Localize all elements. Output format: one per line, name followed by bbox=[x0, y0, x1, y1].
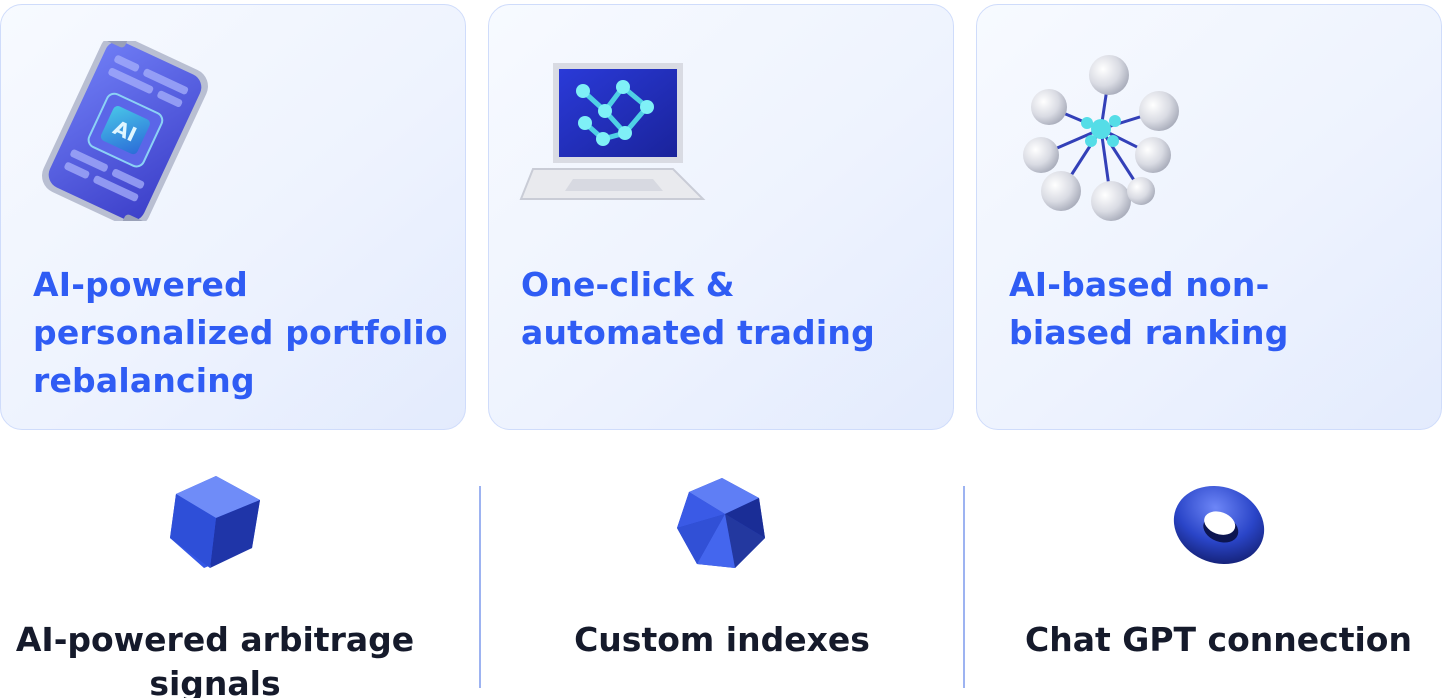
torus-icon bbox=[1173, 485, 1264, 565]
laptop-network-icon bbox=[519, 63, 706, 200]
card-title: AI-powered personalized portfolio rebala… bbox=[33, 265, 448, 400]
card-title: AI-based non-biased ranking bbox=[1009, 265, 1289, 352]
feature-custom-indexes: Custom indexes bbox=[506, 470, 938, 698]
divider bbox=[963, 486, 965, 688]
feature-card-portfolio-rebalancing: AI AI-powered personalized portfolio reb… bbox=[0, 4, 466, 430]
cube-icon bbox=[170, 476, 260, 568]
feature-card-automated-trading: One-click & automated trading bbox=[488, 4, 954, 430]
feature-label: AI-powered arbitrage signals bbox=[15, 620, 415, 698]
divider bbox=[479, 486, 481, 688]
feature-label: Chat GPT connection bbox=[1025, 620, 1412, 659]
features-section: AI AI-powered personalized portfolio reb… bbox=[0, 0, 1443, 698]
sphere-network-icon bbox=[1023, 55, 1179, 221]
feature-chat-gpt-connection: Chat GPT connection bbox=[994, 470, 1443, 698]
feature-arbitrage-signals: AI-powered arbitrage signals bbox=[0, 470, 430, 698]
feature-card-non-biased-ranking: AI-based non-biased ranking bbox=[976, 4, 1442, 430]
icosahedron-icon bbox=[677, 478, 765, 568]
ai-phone-chip-icon: AI bbox=[42, 41, 208, 221]
card-title: One-click & automated trading bbox=[521, 265, 875, 352]
feature-label: Custom indexes bbox=[574, 620, 870, 659]
